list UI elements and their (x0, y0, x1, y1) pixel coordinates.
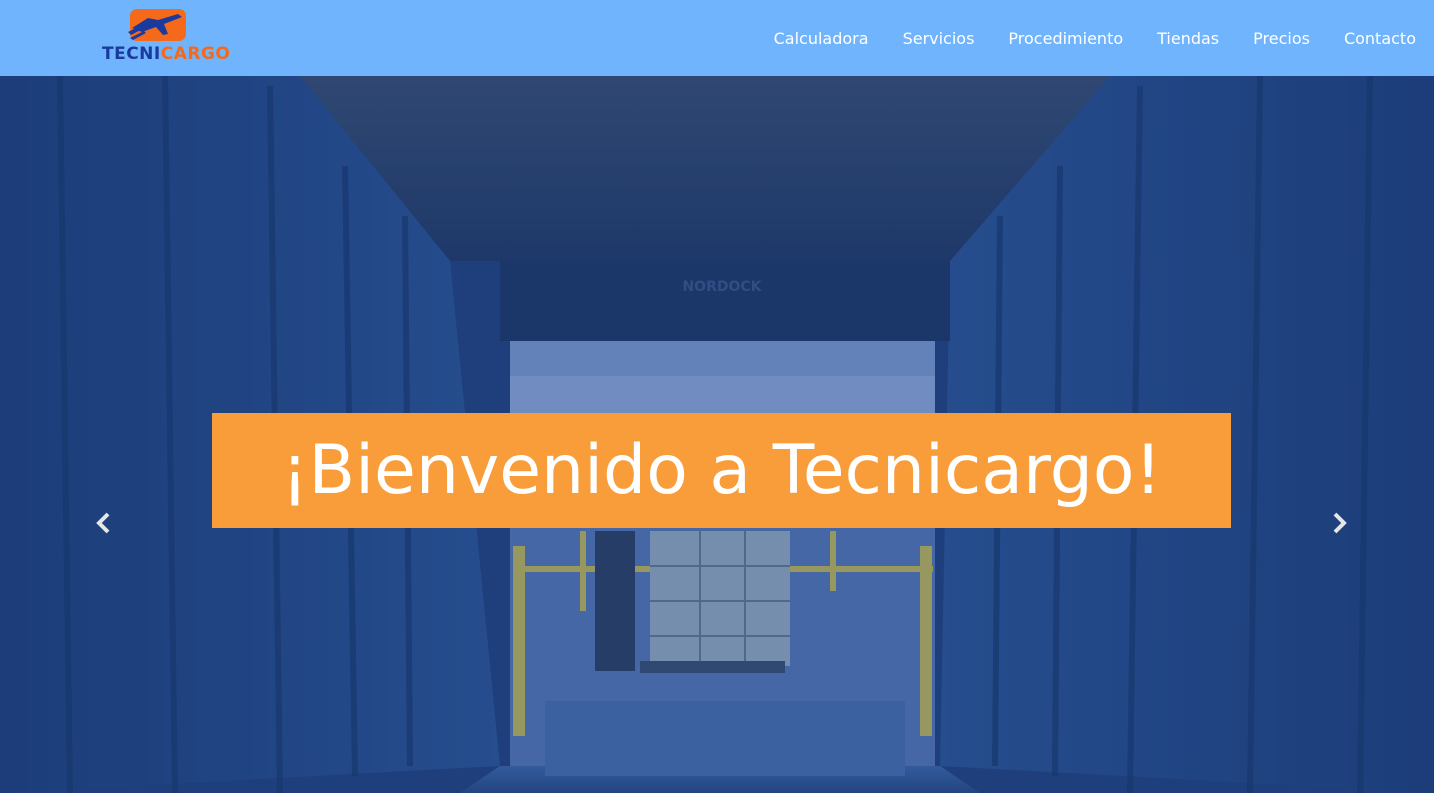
carousel-prev-button[interactable] (88, 508, 118, 538)
carousel-next-button[interactable] (1325, 508, 1355, 538)
chevron-left-icon (96, 512, 110, 534)
hero-carousel: NORDOCK ¡Bienvenido a Tecnicargo! (0, 76, 1434, 793)
nav-item-contacto[interactable]: Contacto (1327, 29, 1416, 48)
nav-item-calculadora[interactable]: Calculadora (757, 29, 886, 48)
hero-title-banner: ¡Bienvenido a Tecnicargo! (212, 413, 1231, 528)
logo-wordmark: TECNICARGO (102, 44, 231, 64)
top-navbar: TECNICARGO Calculadora Servicios Procedi… (0, 0, 1434, 76)
nav-item-tiendas[interactable]: Tiendas (1140, 29, 1236, 48)
airplane-logo-icon (128, 9, 186, 41)
nav-item-procedimiento[interactable]: Procedimiento (991, 29, 1140, 48)
nav-item-servicios[interactable]: Servicios (886, 29, 992, 48)
hero-title: ¡Bienvenido a Tecnicargo! (281, 431, 1162, 510)
tecnicargo-logo[interactable]: TECNICARGO (100, 6, 230, 66)
nav-item-precios[interactable]: Precios (1236, 29, 1327, 48)
chevron-right-icon (1333, 512, 1347, 534)
main-nav-menu: Calculadora Servicios Procedimiento Tien… (757, 0, 1416, 76)
